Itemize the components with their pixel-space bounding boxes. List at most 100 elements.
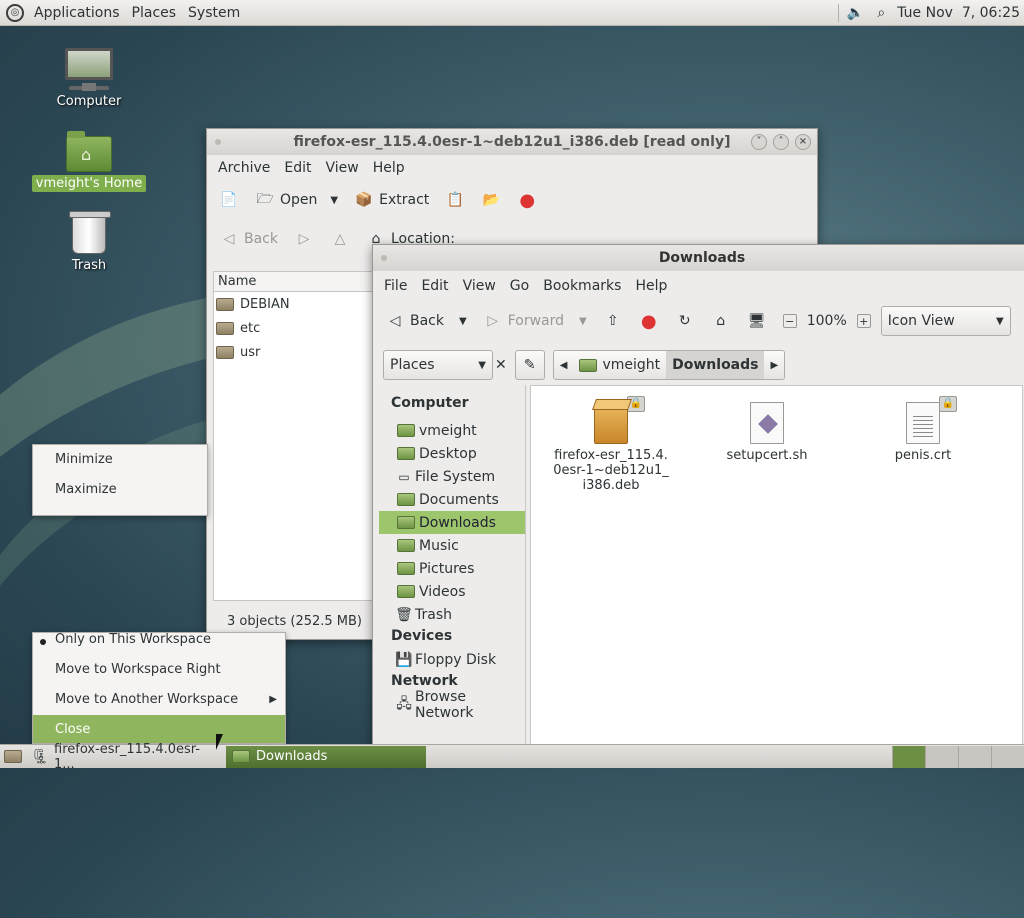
reload-button[interactable]: ↻ [669, 308, 701, 334]
breadcrumb-vmeight[interactable]: vmeight [573, 351, 667, 379]
archive-titlebar[interactable]: firefox-esr_115.4.0esr-1~deb12u1_i386.de… [207, 129, 817, 155]
sidebar-item-documents[interactable]: Documents [379, 488, 525, 511]
archive-file-list: Name DEBIAN etc usr [213, 271, 373, 601]
desktop-icon-label: Trash [71, 258, 107, 273]
forward-history-dropdown-icon[interactable]: ▼ [579, 316, 587, 327]
zoom-out-button[interactable]: − [777, 310, 803, 332]
file-item[interactable]: 🔒 firefox-esr_115.4. 0esr-1~deb12u1_ i386.… [551, 396, 671, 493]
desktop-icon-home[interactable]: ⌂ vmeight's Home [29, 131, 149, 192]
workspace-3[interactable] [958, 745, 991, 768]
sidebar-item-browse-network[interactable]: 🖧 Browse Network [379, 689, 525, 721]
maximize-button[interactable]: ˄ [773, 134, 789, 150]
menu-go[interactable]: Go [503, 278, 536, 294]
forward-arrow-icon: ▷ [487, 313, 499, 329]
up-button[interactable]: △ [324, 226, 356, 252]
up-button[interactable]: ⇧ [597, 308, 629, 334]
menu-item-maximize[interactable]: Maximize [33, 475, 207, 505]
workspace-4[interactable] [991, 745, 1024, 768]
sidebar-item-filesystem[interactable]: ▭ File System [379, 465, 525, 488]
menu-view[interactable]: View [456, 278, 503, 294]
window-title: firefox-esr_115.4.0esr-1~deb12u1_i386.de… [293, 134, 731, 150]
zoom-in-button[interactable]: + [851, 310, 877, 332]
minimize-button[interactable]: ˅ [751, 134, 767, 150]
home-folder-icon [397, 424, 415, 437]
menu-system[interactable]: System [182, 5, 246, 21]
places-select[interactable]: Places ▼ [383, 350, 493, 380]
column-header-name[interactable]: Name [214, 272, 372, 292]
window-menu-icon[interactable] [215, 139, 221, 145]
file-item[interactable]: setupcert.sh [707, 400, 827, 463]
sidebar-item-videos[interactable]: Videos [379, 580, 525, 603]
forward-button[interactable]: ▷ [288, 226, 320, 252]
desktop-icon-computer[interactable]: Computer [29, 48, 149, 110]
menu-help[interactable]: Help [366, 160, 412, 176]
breadcrumb-downloads[interactable]: Downloads [666, 351, 765, 379]
menu-edit[interactable]: Edit [277, 160, 318, 176]
back-button[interactable]: ◁ Back [213, 226, 284, 252]
back-history-dropdown-icon[interactable]: ▼ [459, 316, 467, 327]
list-item[interactable]: DEBIAN [214, 292, 372, 316]
add-folder-button[interactable]: 📂 [475, 187, 507, 213]
mouse-cursor-icon [216, 734, 223, 750]
sidebar-item-music[interactable]: Music [379, 534, 525, 557]
desktop-icon-trash[interactable]: Trash [29, 211, 149, 274]
stop-button[interactable]: ● [511, 187, 543, 213]
volume-icon[interactable]: 🔈 [845, 4, 865, 22]
menu-places[interactable]: Places [126, 5, 183, 21]
menu-applications[interactable]: Applications [28, 5, 126, 21]
breadcrumb-right-arrow-icon[interactable]: ▶ [764, 351, 785, 379]
sidebar-item-vmeight[interactable]: vmeight [379, 419, 525, 442]
menu-item-minimize[interactable]: Minimize [33, 445, 207, 475]
system-tray: 🔈 ⌕ Tue Nov 7, 06:25 [838, 0, 1024, 26]
menu-item-only-this-workspace[interactable]: Only on This Workspace [33, 633, 285, 655]
sidebar-item-floppy[interactable]: 💾 Floppy Disk [379, 648, 525, 671]
sidebar-item-label: Videos [419, 583, 466, 600]
list-item[interactable]: usr [214, 340, 372, 364]
stop-button[interactable]: ● [633, 308, 665, 334]
workspace-1[interactable] [892, 745, 925, 768]
dropdown-arrow-icon[interactable]: ▼ [330, 195, 338, 206]
taskbar-item-archive[interactable]: 🗜 firefox-esr_115.4.0esr-1... [26, 742, 226, 772]
list-item[interactable]: etc [214, 316, 372, 340]
downloads-titlebar[interactable]: Downloads [373, 245, 1024, 271]
sidebar-item-trash[interactable]: 🗑 Trash [379, 603, 525, 626]
file-manager-window: Downloads File Edit View Go Bookmarks He… [372, 244, 1024, 754]
sidebar-item-desktop[interactable]: Desktop [379, 442, 525, 465]
menu-archive[interactable]: Archive [211, 160, 277, 176]
close-button[interactable]: × [795, 134, 811, 150]
menu-item-move-another-workspace[interactable]: Move to Another Workspace ▶ [33, 685, 285, 715]
window-menu-icon[interactable] [381, 255, 387, 261]
menu-bookmarks[interactable]: Bookmarks [536, 278, 628, 294]
home-button[interactable]: ⌂ [705, 308, 737, 334]
new-archive-button[interactable]: 📄 [213, 187, 245, 213]
file-icon-view[interactable]: 🔒 firefox-esr_115.4. 0esr-1~deb12u1_ i386.… [530, 385, 1023, 747]
sidebar-item-label: Desktop [419, 445, 477, 462]
clock[interactable]: Tue Nov 7, 06:25 [897, 5, 1020, 21]
menu-view[interactable]: View [319, 160, 366, 176]
sidebar-item-downloads[interactable]: Downloads [379, 511, 525, 534]
debian-logo-icon[interactable]: ◎ [6, 3, 24, 22]
open-button[interactable]: 🗁 Open ▼ [249, 187, 344, 213]
folder-icon [216, 297, 234, 311]
file-item[interactable]: 🔒 penis.crt [863, 396, 983, 463]
menu-edit[interactable]: Edit [414, 278, 455, 294]
forward-button[interactable]: ▷ Forward ▼ [477, 308, 593, 334]
back-button[interactable]: ◁ Back ▼ [379, 308, 473, 334]
menu-item-move-workspace-right[interactable]: Move to Workspace Right [33, 655, 285, 685]
extract-button[interactable]: 📦 Extract [348, 187, 435, 213]
close-sidebar-icon[interactable]: ✕ [495, 357, 507, 373]
file-name: setupcert.sh [726, 448, 808, 463]
taskbar-item-downloads[interactable]: Downloads [226, 745, 426, 768]
menu-item-close[interactable]: Close [33, 715, 285, 743]
computer-button[interactable]: 🖥 [741, 308, 773, 334]
menu-file[interactable]: File [377, 278, 414, 294]
sidebar-item-pictures[interactable]: Pictures [379, 557, 525, 580]
add-files-button[interactable]: 📋 [439, 187, 471, 213]
menu-help[interactable]: Help [628, 278, 674, 294]
view-mode-select[interactable]: Icon View ▼ [880, 306, 1011, 336]
show-desktop-button[interactable] [0, 746, 26, 768]
breadcrumb-left-arrow-icon[interactable]: ◀ [553, 351, 574, 379]
workspace-2[interactable] [925, 745, 958, 768]
toggle-location-entry-button[interactable]: ✎ [514, 350, 545, 380]
network-icon[interactable]: ⌕ [871, 4, 891, 22]
